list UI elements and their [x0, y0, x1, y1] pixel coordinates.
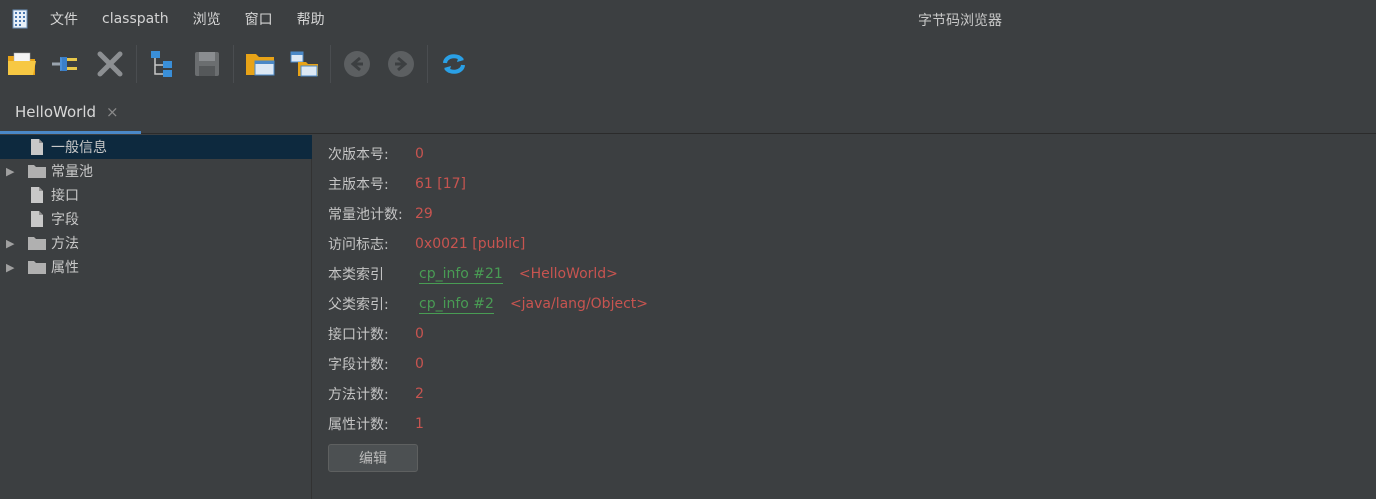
- folder-icon: [28, 237, 46, 250]
- minor-version-row: 次版本号: 0: [328, 143, 424, 165]
- access-flags-row: 访问标志: 0x0021 [public]: [328, 233, 525, 255]
- class-tree: 一般信息 ▶ 常量池 接口 字段 ▶ 方法 ▶ 属性: [0, 135, 312, 499]
- folder-icon: [28, 165, 46, 178]
- menu-classpath[interactable]: classpath: [102, 11, 169, 27]
- toolbar-separator: [233, 45, 234, 83]
- this-class-target: <HelloWorld>: [518, 266, 618, 282]
- expand-arrow-icon[interactable]: ▶: [6, 261, 16, 274]
- this-class-row: 本类索引 cp_info #21 <HelloWorld>: [328, 263, 618, 285]
- access-flags-value: 0x0021 [public]: [415, 236, 526, 252]
- toolbar-separator: [330, 45, 331, 83]
- tree-item-label: 方法: [51, 236, 79, 252]
- folder-icon: [28, 261, 46, 274]
- super-class-target: <java/lang/Object>: [509, 296, 648, 312]
- attributes-count-row: 属性计数: 1: [328, 413, 424, 435]
- edit-button[interactable]: 编辑: [328, 444, 418, 472]
- save-disk-icon: [195, 52, 219, 76]
- connect-button[interactable]: [44, 42, 88, 86]
- open-folder-icon: [8, 52, 36, 75]
- open-button[interactable]: [0, 42, 44, 86]
- minor-version-value: 0: [415, 146, 424, 162]
- tree-item-label: 字段: [51, 212, 79, 228]
- tab-close-icon[interactable]: ×: [106, 103, 119, 121]
- fields-count-value: 0: [415, 356, 424, 372]
- interfaces-count-value: 0: [415, 326, 424, 342]
- toolbar-separator: [427, 45, 428, 83]
- this-class-link[interactable]: cp_info #21: [419, 265, 503, 284]
- interfaces-count-row: 接口计数: 0: [328, 323, 424, 345]
- interfaces-count-label: 接口计数:: [328, 327, 389, 343]
- major-version-value: 61 [17]: [415, 176, 467, 192]
- expand-arrow-icon[interactable]: ▶: [6, 165, 16, 178]
- access-flags-label: 访问标志:: [328, 237, 389, 253]
- tab-label: HelloWorld: [15, 102, 97, 121]
- tree-item-fields[interactable]: 字段: [0, 207, 312, 231]
- attributes-count-value: 1: [415, 416, 424, 432]
- cp-count-row: 常量池计数: 29: [328, 203, 433, 225]
- super-class-link[interactable]: cp_info #2: [419, 295, 494, 314]
- major-version-label: 主版本号:: [328, 177, 389, 193]
- major-version-row: 主版本号: 61 [17]: [328, 173, 466, 195]
- back-arrow-icon: [344, 51, 370, 77]
- toolbar: [0, 38, 1376, 90]
- tree-item-label: 一般信息: [51, 140, 107, 156]
- window-folder-icon: [290, 51, 318, 77]
- refresh-button[interactable]: [432, 42, 476, 86]
- menu-file[interactable]: 文件: [50, 9, 78, 29]
- refresh-icon: [443, 54, 465, 74]
- fields-count-row: 字段计数: 0: [328, 353, 424, 375]
- tree-item-general-info[interactable]: 一般信息: [0, 135, 312, 159]
- tab-bar: HelloWorld ×: [0, 92, 1376, 134]
- file-icon: [31, 187, 43, 203]
- methods-count-value: 2: [415, 386, 424, 402]
- methods-count-label: 方法计数:: [328, 387, 389, 403]
- minor-version-label: 次版本号:: [328, 147, 389, 163]
- tree-item-label: 属性: [51, 260, 79, 276]
- browse-folder-icon: [246, 54, 275, 76]
- tree-item-constant-pool[interactable]: ▶ 常量池: [0, 159, 312, 183]
- app-logo-icon: [12, 9, 28, 29]
- tree-item-label: 接口: [51, 188, 79, 204]
- tree-item-interfaces[interactable]: 接口: [0, 183, 312, 207]
- menu-bar: 文件 classpath 浏览 窗口 帮助 字节码浏览器: [0, 0, 1376, 38]
- browse-button[interactable]: [238, 42, 282, 86]
- tab-helloworld[interactable]: HelloWorld ×: [0, 92, 141, 134]
- cp-count-label: 常量池计数:: [328, 207, 403, 223]
- file-icon: [31, 139, 43, 155]
- general-info-panel: 次版本号: 0 主版本号: 61 [17] 常量池计数: 29 访问标志: 0x…: [313, 135, 1376, 499]
- menu-window[interactable]: 窗口: [245, 9, 273, 29]
- attributes-count-label: 属性计数:: [328, 417, 389, 433]
- methods-count-row: 方法计数: 2: [328, 383, 424, 405]
- tree-item-attributes[interactable]: ▶ 属性: [0, 255, 312, 279]
- plug-icon: [52, 57, 77, 71]
- back-button[interactable]: [335, 42, 379, 86]
- cp-count-value: 29: [415, 206, 433, 222]
- window-title: 字节码浏览器: [918, 13, 1002, 29]
- forward-arrow-icon: [388, 51, 414, 77]
- menu-help[interactable]: 帮助: [297, 9, 325, 29]
- file-icon: [31, 211, 43, 227]
- toolbar-separator: [136, 45, 137, 83]
- this-class-label: 本类索引: [328, 267, 384, 283]
- super-class-label: 父类索引:: [328, 297, 389, 313]
- save-button[interactable]: [185, 42, 229, 86]
- window-button[interactable]: [282, 42, 326, 86]
- expand-arrow-icon[interactable]: ▶: [6, 237, 16, 250]
- close-button[interactable]: [88, 42, 132, 86]
- tree-hierarchy-icon: [151, 51, 172, 77]
- forward-button[interactable]: [379, 42, 423, 86]
- super-class-row: 父类索引: cp_info #2 <java/lang/Object>: [328, 293, 648, 315]
- close-x-icon: [97, 51, 123, 77]
- hierarchy-button[interactable]: [141, 42, 185, 86]
- tree-item-methods[interactable]: ▶ 方法: [0, 231, 312, 255]
- menu-browse[interactable]: 浏览: [193, 9, 221, 29]
- fields-count-label: 字段计数:: [328, 357, 389, 373]
- tree-item-label: 常量池: [51, 164, 93, 180]
